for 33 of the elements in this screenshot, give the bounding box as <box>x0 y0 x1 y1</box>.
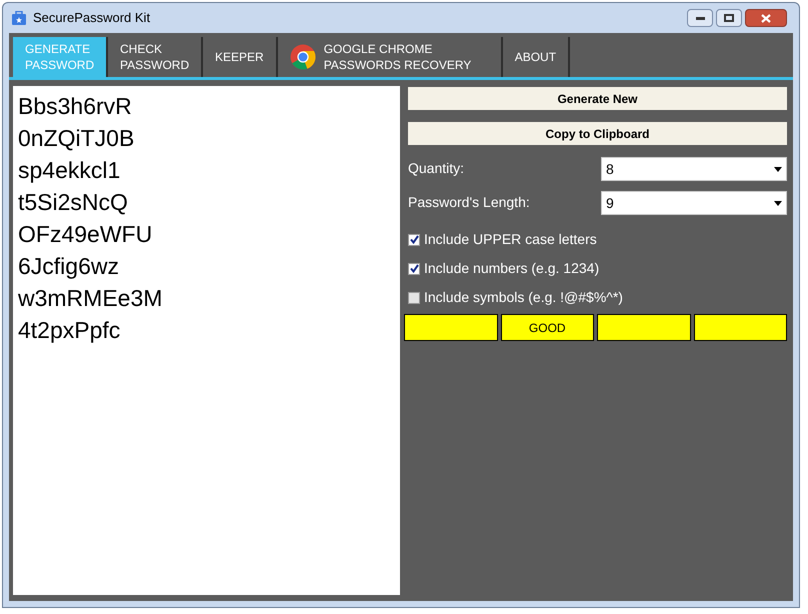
action-button[interactable]: Generate New <box>408 87 787 110</box>
password-text: Bbs3h6rvR <box>18 92 133 121</box>
close-icon <box>761 14 771 22</box>
minimize-button[interactable] <box>687 9 713 27</box>
close-button[interactable] <box>745 9 787 27</box>
maximize-button[interactable] <box>716 9 742 27</box>
password-text: 0nZQiTJ0B <box>18 124 136 153</box>
password-text: w3mRMEe3M <box>18 284 164 313</box>
password-text: sp4ekkcl1 <box>18 156 122 185</box>
password-text: t5Si2sNcQ <box>18 188 129 217</box>
password-text: OFz49eWFU <box>18 220 154 249</box>
caret-icon <box>774 166 782 172</box>
caret-icon <box>774 200 782 206</box>
password-list[interactable]: Bbs3h6rvR 0nZQiTJ0B sp4ekkcl1 t5Si2sNcQ OFz49eWFU 6Jcfig6wz w3mRMEe3M 4t2pxPpfc <box>13 86 400 595</box>
dropdown-value: 9 <box>606 194 614 212</box>
checkbox[interactable] <box>408 234 420 246</box>
checkbox[interactable] <box>408 262 420 274</box>
option-label: Include symbols (e.g. !@#$%^*) <box>424 288 623 307</box>
password-text: 4t2pxPpfc <box>18 316 122 345</box>
action-button[interactable]: Copy to Clipboard <box>408 122 787 145</box>
dropdown[interactable]: 8 <box>601 157 787 181</box>
briefcase-icon <box>11 10 27 26</box>
field-label: Password's Length: <box>408 193 531 212</box>
field-label: Quantity: <box>408 159 466 178</box>
checkbox[interactable] <box>408 292 420 304</box>
option-label: Include UPPER case letters <box>424 230 597 249</box>
dropdown-value: 8 <box>606 160 614 178</box>
password-text: 6Jcfig6wz <box>18 252 120 281</box>
option-label: Include numbers (e.g. 1234) <box>424 259 600 278</box>
dropdown[interactable]: 9 <box>601 191 787 215</box>
window-title: SecurePassword Kit <box>33 9 150 28</box>
chrome-logo-icon <box>290 44 316 70</box>
strength-segment: GOOD <box>500 314 594 341</box>
